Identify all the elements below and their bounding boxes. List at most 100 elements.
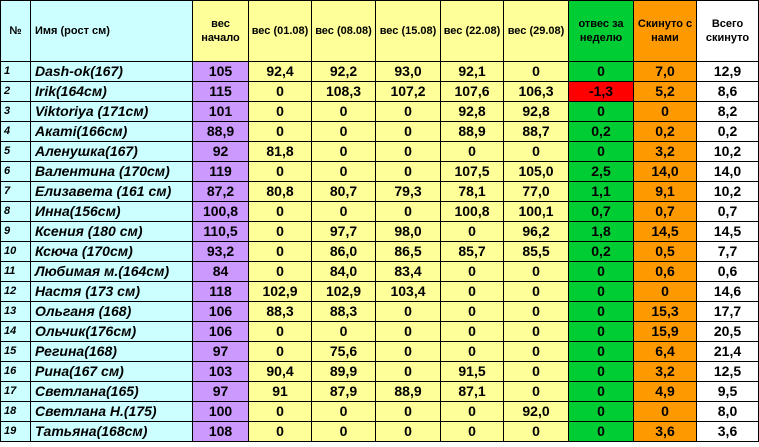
participant-name-cell[interactable]: Татьяна(168см)	[30, 421, 193, 442]
weight-2908-cell[interactable]: 106,3	[503, 81, 569, 102]
weight-2908-cell[interactable]: 0	[503, 141, 569, 162]
weight-1508-cell[interactable]: 0	[375, 401, 441, 422]
weight-2908-cell[interactable]: 88,7	[503, 121, 569, 142]
weight-0808-cell[interactable]: 84,0	[311, 261, 376, 282]
row-number-cell[interactable]: 5	[0, 141, 31, 162]
weight-2208-cell[interactable]: 107,6	[440, 81, 504, 102]
start-weight-cell[interactable]: 119	[192, 161, 249, 182]
row-number-cell[interactable]: 11	[0, 261, 31, 282]
row-number-cell[interactable]: 9	[0, 221, 31, 242]
row-number-cell[interactable]: 10	[0, 241, 31, 262]
weight-0108-cell[interactable]: 0	[248, 421, 312, 442]
total-lost-cell[interactable]: 9,5	[696, 381, 759, 402]
participant-name-cell[interactable]: Любимая м.(164см)	[30, 261, 193, 282]
weight-2208-cell[interactable]: 92,8	[440, 101, 504, 122]
weight-0808-cell[interactable]: 87,9	[311, 381, 376, 402]
weight-2208-cell[interactable]: 0	[440, 281, 504, 302]
weight-0808-cell[interactable]: 89,9	[311, 361, 376, 382]
weight-1508-cell[interactable]: 0	[375, 341, 441, 362]
lost-with-us-cell[interactable]: 0	[633, 101, 697, 122]
row-number-cell[interactable]: 7	[0, 181, 31, 202]
start-weight-cell[interactable]: 106	[192, 301, 249, 322]
row-number-cell[interactable]: 8	[0, 201, 31, 222]
start-weight-cell[interactable]: 93,2	[192, 241, 249, 262]
lost-with-us-cell[interactable]: 14,0	[633, 161, 697, 182]
total-lost-cell[interactable]: 8,6	[696, 81, 759, 102]
start-weight-cell[interactable]: 110,5	[192, 221, 249, 242]
total-lost-cell[interactable]: 8,2	[696, 101, 759, 122]
weight-2208-cell[interactable]: 0	[440, 141, 504, 162]
weekly-loss-cell[interactable]: 0	[568, 341, 634, 362]
header-lost-with-us[interactable]: Скинуто с нами	[633, 0, 697, 62]
header-weight-2208[interactable]: вес (22.08)	[440, 0, 504, 62]
weight-2908-cell[interactable]: 0	[503, 261, 569, 282]
weekly-loss-cell[interactable]: 0	[568, 301, 634, 322]
total-lost-cell[interactable]: 0,7	[696, 201, 759, 222]
weight-0808-cell[interactable]: 0	[311, 401, 376, 422]
weight-0108-cell[interactable]: 0	[248, 261, 312, 282]
weight-1508-cell[interactable]: 0	[375, 301, 441, 322]
participant-name-cell[interactable]: Dash-ok(167)	[30, 61, 193, 82]
weight-2208-cell[interactable]: 87,1	[440, 381, 504, 402]
weight-0808-cell[interactable]: 102,9	[311, 281, 376, 302]
weight-0108-cell[interactable]: 91	[248, 381, 312, 402]
weight-2908-cell[interactable]: 0	[503, 61, 569, 82]
weekly-loss-cell[interactable]: -1,3	[568, 81, 634, 102]
weekly-loss-cell[interactable]: 0	[568, 321, 634, 342]
row-number-cell[interactable]: 1	[0, 61, 31, 82]
weight-0808-cell[interactable]: 0	[311, 141, 376, 162]
weight-0808-cell[interactable]: 0	[311, 201, 376, 222]
weight-1508-cell[interactable]: 86,5	[375, 241, 441, 262]
start-weight-cell[interactable]: 100,8	[192, 201, 249, 222]
lost-with-us-cell[interactable]: 9,1	[633, 181, 697, 202]
weight-0108-cell[interactable]: 88,3	[248, 301, 312, 322]
participant-name-cell[interactable]: Рина(167 см)	[30, 361, 193, 382]
weight-0108-cell[interactable]: 0	[248, 81, 312, 102]
total-lost-cell[interactable]: 12,9	[696, 61, 759, 82]
lost-with-us-cell[interactable]: 14,5	[633, 221, 697, 242]
participant-name-cell[interactable]: Светлана Н.(175)	[30, 401, 193, 422]
lost-with-us-cell[interactable]: 5,2	[633, 81, 697, 102]
participant-name-cell[interactable]: Аленушка(167)	[30, 141, 193, 162]
weight-0108-cell[interactable]: 0	[248, 161, 312, 182]
weekly-loss-cell[interactable]: 0,2	[568, 121, 634, 142]
weight-1508-cell[interactable]: 103,4	[375, 281, 441, 302]
header-weight-0808[interactable]: вес (08.08)	[311, 0, 376, 62]
start-weight-cell[interactable]: 101	[192, 101, 249, 122]
total-lost-cell[interactable]: 0,6	[696, 261, 759, 282]
lost-with-us-cell[interactable]: 0,5	[633, 241, 697, 262]
weight-0808-cell[interactable]: 0	[311, 121, 376, 142]
weekly-loss-cell[interactable]: 0	[568, 401, 634, 422]
header-number[interactable]: №	[0, 0, 31, 62]
start-weight-cell[interactable]: 97	[192, 341, 249, 362]
lost-with-us-cell[interactable]: 0,6	[633, 261, 697, 282]
weight-0808-cell[interactable]: 88,3	[311, 301, 376, 322]
start-weight-cell[interactable]: 88,9	[192, 121, 249, 142]
weight-2208-cell[interactable]: 88,9	[440, 121, 504, 142]
weight-0808-cell[interactable]: 80,7	[311, 181, 376, 202]
weight-2208-cell[interactable]: 0	[440, 221, 504, 242]
row-number-cell[interactable]: 15	[0, 341, 31, 362]
weight-2908-cell[interactable]: 77,0	[503, 181, 569, 202]
row-number-cell[interactable]: 17	[0, 381, 31, 402]
participant-name-cell[interactable]: Ксюча (170см)	[30, 241, 193, 262]
row-number-cell[interactable]: 18	[0, 401, 31, 422]
weekly-loss-cell[interactable]: 0	[568, 421, 634, 442]
weight-0108-cell[interactable]: 0	[248, 101, 312, 122]
row-number-cell[interactable]: 13	[0, 301, 31, 322]
weight-0108-cell[interactable]: 0	[248, 121, 312, 142]
weight-0808-cell[interactable]: 0	[311, 161, 376, 182]
row-number-cell[interactable]: 2	[0, 81, 31, 102]
participant-name-cell[interactable]: Viktoriya (171см)	[30, 101, 193, 122]
total-lost-cell[interactable]: 8,0	[696, 401, 759, 422]
weight-2908-cell[interactable]: 0	[503, 381, 569, 402]
weight-0808-cell[interactable]: 75,6	[311, 341, 376, 362]
weekly-loss-cell[interactable]: 0	[568, 61, 634, 82]
lost-with-us-cell[interactable]: 0,2	[633, 121, 697, 142]
total-lost-cell[interactable]: 14,0	[696, 161, 759, 182]
weight-1508-cell[interactable]: 0	[375, 101, 441, 122]
total-lost-cell[interactable]: 14,6	[696, 281, 759, 302]
start-weight-cell[interactable]: 106	[192, 321, 249, 342]
weekly-loss-cell[interactable]: 0	[568, 361, 634, 382]
participant-name-cell[interactable]: Елизавета (161 см)	[30, 181, 193, 202]
